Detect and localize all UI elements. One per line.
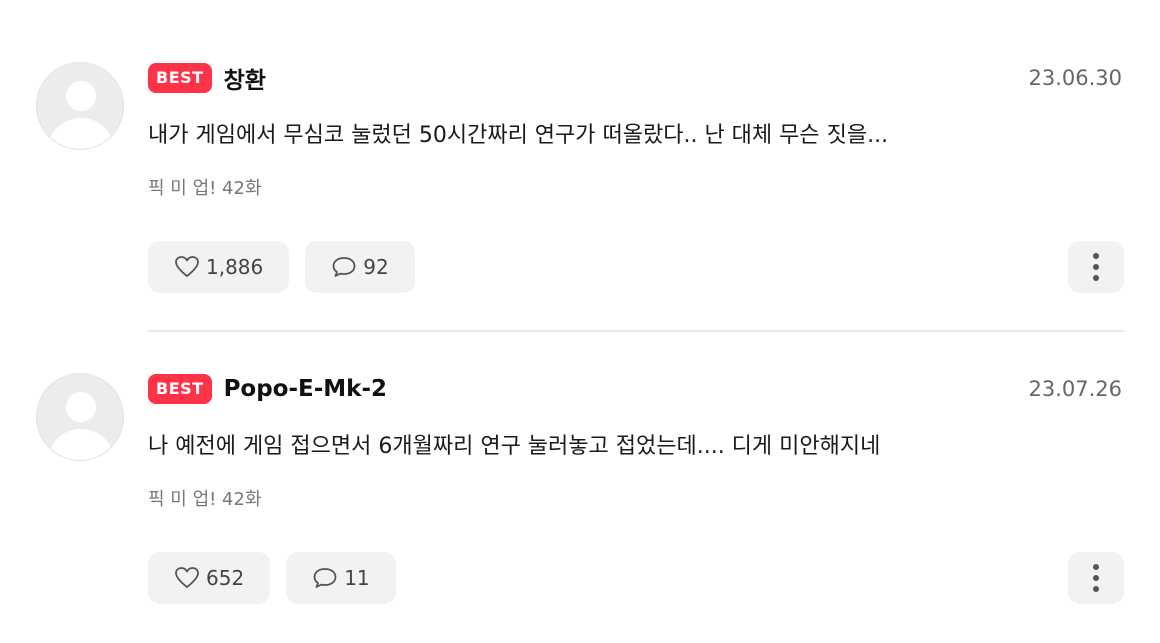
avatar[interactable] (36, 373, 124, 461)
reply-count: 92 (363, 255, 389, 279)
more-options-button[interactable] (1068, 241, 1124, 293)
comment-actions: 1,886 92 (148, 241, 415, 293)
comment-text: 내가 게임에서 무심코 눌렀던 50시간짜리 연구가 떠올랐다.. 난 대체 무… (148, 123, 889, 148)
reply-count: 11 (344, 566, 370, 590)
like-button[interactable]: 1,886 (148, 241, 290, 293)
avatar[interactable] (36, 62, 124, 150)
author-name[interactable]: 창환 (224, 61, 266, 95)
comment-header: BEST 창환 23.06.30 (148, 62, 1124, 94)
comment-date: 23.06.30 (1028, 66, 1122, 90)
comment-date: 23.07.26 (1028, 377, 1122, 401)
best-badge: BEST (148, 374, 212, 404)
comment-divider (148, 330, 1124, 332)
speech-bubble-icon (313, 568, 337, 588)
episode-link[interactable]: 픽 미 업! 42화 (148, 174, 262, 200)
avatar-body-shape (47, 118, 115, 149)
like-button[interactable]: 652 (148, 552, 271, 604)
avatar-head-shape (66, 392, 96, 422)
comment-actions: 652 11 (148, 552, 396, 604)
reply-button[interactable]: 11 (286, 552, 396, 604)
author-name[interactable]: Popo-E-Mk-2 (224, 376, 387, 402)
comment-item: BEST 창환 23.06.30 내가 게임에서 무심코 눌렀던 50시간짜리 … (0, 62, 1160, 332)
comment-item: BEST Popo-E-Mk-2 23.07.26 나 예전에 게임 접으면서 … (0, 373, 1160, 643)
comment-header: BEST Popo-E-Mk-2 23.07.26 (148, 373, 1124, 405)
more-options-button[interactable] (1068, 552, 1124, 604)
heart-icon (175, 256, 199, 277)
like-count: 652 (206, 566, 245, 590)
best-badge: BEST (148, 63, 212, 93)
comment-text: 나 예전에 게임 접으면서 6개월짜리 연구 눌러놓고 접었는데.... 디게 … (148, 434, 881, 459)
heart-icon (175, 567, 199, 588)
avatar-body-shape (47, 429, 115, 460)
reply-button[interactable]: 92 (305, 241, 415, 293)
episode-link[interactable]: 픽 미 업! 42화 (148, 485, 262, 511)
vertical-ellipsis-icon (1093, 253, 1099, 281)
vertical-ellipsis-icon (1093, 564, 1099, 592)
avatar-head-shape (66, 81, 96, 111)
like-count: 1,886 (206, 255, 264, 279)
speech-bubble-icon (332, 257, 356, 277)
